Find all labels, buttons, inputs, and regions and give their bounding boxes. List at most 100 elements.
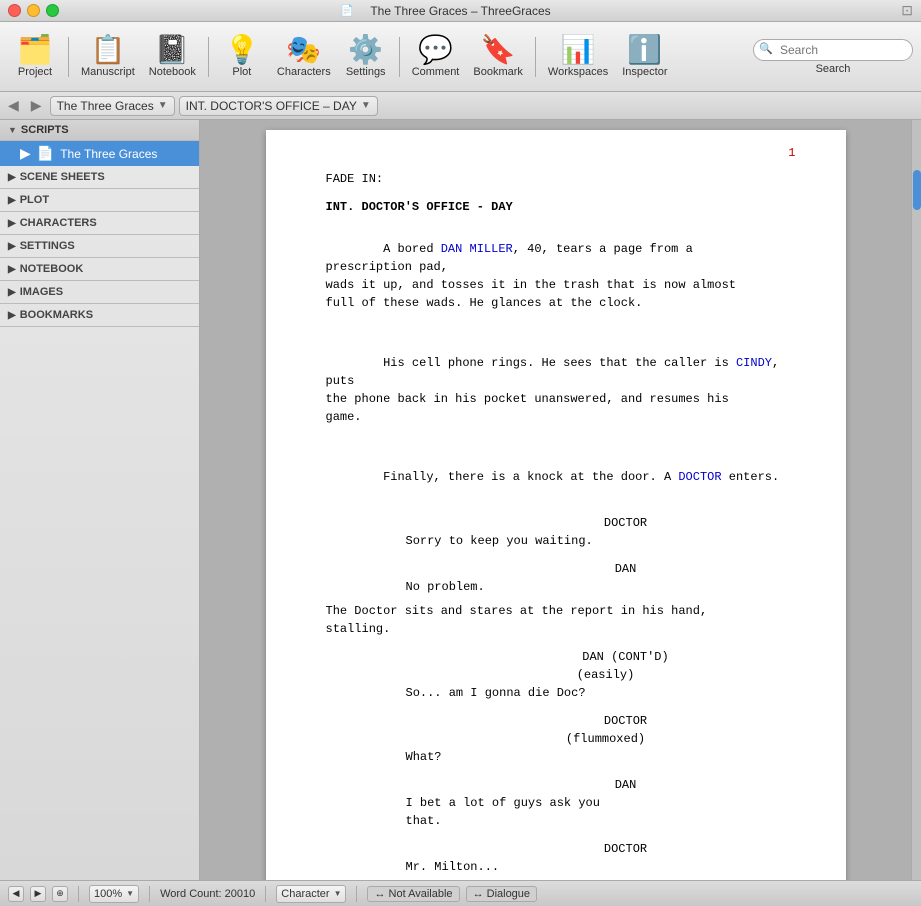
plot-section: ▶ PLOT: [0, 189, 199, 212]
plot-label: Plot: [232, 66, 251, 78]
status-bar: ◀ ▶ ⊕ 100% ▼ Word Count: 20010 Character…: [0, 880, 921, 906]
action-2: His cell phone rings. He sees that the c…: [326, 336, 786, 444]
toolbar-comment[interactable]: 💬 Comment: [406, 28, 466, 86]
zoom-dropdown[interactable]: 100% ▼: [89, 885, 139, 903]
dialogue-dan-2: So... am I gonna die Doc?: [406, 684, 706, 702]
images-section: ▶ IMAGES: [0, 281, 199, 304]
script-name: The Three Graces: [57, 99, 154, 113]
sidebar: ▼ SCRIPTS ▶ 📄 The Three Graces ▶ SCENE S…: [0, 120, 200, 880]
search-input[interactable]: [753, 39, 913, 61]
sidebar-images[interactable]: ▶ IMAGES: [0, 281, 199, 303]
toolbar: 🗂️ Project 📋 Manuscript 📓 Notebook 💡 Plo…: [0, 22, 921, 92]
char-dan-2: DAN: [466, 776, 786, 794]
bookmarks-chevron: ▶: [8, 310, 16, 321]
action-4: The Doctor sits and stares at the report…: [326, 602, 786, 638]
action1-name1: DAN MILLER: [441, 242, 513, 256]
resize-icon[interactable]: ⊡: [901, 2, 913, 19]
bookmark-icon: 🔖: [481, 36, 516, 64]
right-indicator: [911, 120, 921, 880]
character-dropdown[interactable]: Character ▼: [276, 885, 346, 903]
script-area[interactable]: 1 FADE IN: INT. DOCTOR'S OFFICE - DAY A …: [200, 120, 911, 880]
notebook-section-label: NOTEBOOK: [20, 263, 84, 275]
char-dan-1: DAN: [466, 560, 786, 578]
dialogue-dan-3: I bet a lot of guys ask you that.: [406, 794, 706, 830]
toolbar-inspector[interactable]: ℹ️ Inspector: [616, 28, 673, 86]
workspaces-icon: 📊: [561, 36, 596, 64]
settings-icon: ⚙️: [348, 36, 383, 64]
status-sep-2: [149, 886, 150, 902]
characters-label: Characters: [277, 66, 331, 78]
scripts-header[interactable]: ▼ SCRIPTS: [0, 120, 199, 141]
status-sep-3: [265, 886, 266, 902]
plot-icon: 💡: [224, 36, 259, 64]
status-btn-left2[interactable]: ▶: [30, 886, 46, 902]
manuscript-label: Manuscript: [81, 66, 135, 78]
action2-prefix: His cell phone rings. He sees that the c…: [383, 356, 736, 370]
dialogue-tag[interactable]: ↔ Dialogue: [466, 886, 537, 902]
nav-back[interactable]: ◀: [4, 95, 23, 116]
characters-chevron: ▶: [8, 218, 16, 229]
action2-name1: CINDY: [736, 356, 772, 370]
workspaces-label: Workspaces: [548, 66, 608, 78]
plot-label: PLOT: [20, 194, 49, 206]
settings-label: Settings: [346, 66, 386, 78]
script-dropdown[interactable]: The Three Graces ▼: [50, 96, 175, 116]
toolbar-manuscript[interactable]: 📋 Manuscript: [75, 28, 141, 86]
notebook-label: Notebook: [149, 66, 196, 78]
action1-prefix: A bored: [383, 242, 441, 256]
zoom-arrow: ▼: [126, 889, 134, 898]
images-section-label: IMAGES: [20, 286, 63, 298]
sidebar-bookmarks[interactable]: ▶ BOOKMARKS: [0, 304, 199, 326]
sidebar-settings[interactable]: ▶ SETTINGS: [0, 235, 199, 257]
project-icon: 🗂️: [18, 36, 53, 64]
scene-dropdown[interactable]: INT. DOCTOR'S OFFICE – DAY ▼: [179, 96, 378, 116]
inspector-label: Inspector: [622, 66, 667, 78]
action-3: Finally, there is a knock at the door. A…: [326, 450, 786, 504]
toolbar-settings[interactable]: ⚙️ Settings: [339, 28, 393, 86]
close-button[interactable]: [8, 4, 21, 17]
scene-dropdown-arrow: ▼: [361, 100, 371, 111]
toolbar-separator-2: [208, 37, 209, 77]
search-wrapper: [753, 39, 913, 61]
comment-icon: 💬: [418, 36, 453, 64]
action-1: A bored DAN MILLER, 40, tears a page fro…: [326, 222, 786, 330]
dialogue-doctor-1: Sorry to keep you waiting.: [406, 532, 706, 550]
window-title: The Three Graces – ThreeGraces: [370, 4, 550, 18]
toolbar-bookmark[interactable]: 🔖 Bookmark: [467, 28, 529, 86]
title-bar: 📄 The Three Graces – ThreeGraces ⊡: [0, 0, 921, 22]
not-available-tag[interactable]: ↔ Not Available: [367, 886, 459, 902]
sidebar-notebook[interactable]: ▶ NOTEBOOK: [0, 258, 199, 280]
dialogue-label: ↔ Dialogue: [473, 888, 530, 900]
bookmarks-section: ▶ BOOKMARKS: [0, 304, 199, 327]
toolbar-notebook[interactable]: 📓 Notebook: [143, 28, 202, 86]
scene-heading: INT. DOCTOR'S OFFICE - DAY: [326, 200, 786, 214]
notebook-chevron: ▶: [8, 264, 16, 275]
toolbar-separator-3: [399, 37, 400, 77]
not-available-label: ↔ Not Available: [374, 888, 452, 900]
nav-forward[interactable]: ▶: [27, 95, 46, 116]
scripts-label: SCRIPTS: [21, 124, 69, 136]
sidebar-scene-sheets[interactable]: ▶ SCENE SHEETS: [0, 166, 199, 188]
paren-doctor-1: (flummoxed): [426, 730, 786, 748]
action3-suffix: enters.: [722, 470, 780, 484]
bookmark-label: Bookmark: [473, 66, 523, 78]
char-doctor-3: DOCTOR: [466, 840, 786, 858]
sidebar-characters[interactable]: ▶ CHARACTERS: [0, 212, 199, 234]
toolbar-characters[interactable]: 🎭 Characters: [271, 28, 337, 86]
dialogue-doctor-2: What?: [406, 748, 706, 766]
status-btn-add[interactable]: ⊕: [52, 886, 68, 902]
char-doctor-2: DOCTOR: [466, 712, 786, 730]
images-chevron: ▶: [8, 287, 16, 298]
script-page: 1 FADE IN: INT. DOCTOR'S OFFICE - DAY A …: [266, 130, 846, 880]
sidebar-plot[interactable]: ▶ PLOT: [0, 189, 199, 211]
toolbar-project[interactable]: 🗂️ Project: [8, 28, 62, 86]
character-label: Character: [281, 888, 329, 900]
sidebar-item-threegraces[interactable]: ▶ 📄 The Three Graces: [0, 141, 199, 166]
main-layout: ▼ SCRIPTS ▶ 📄 The Three Graces ▶ SCENE S…: [0, 120, 921, 880]
search-label: Search: [753, 63, 913, 75]
status-btn-left1[interactable]: ◀: [8, 886, 24, 902]
maximize-button[interactable]: [46, 4, 59, 17]
toolbar-workspaces[interactable]: 📊 Workspaces: [542, 28, 614, 86]
minimize-button[interactable]: [27, 4, 40, 17]
toolbar-plot[interactable]: 💡 Plot: [215, 28, 269, 86]
